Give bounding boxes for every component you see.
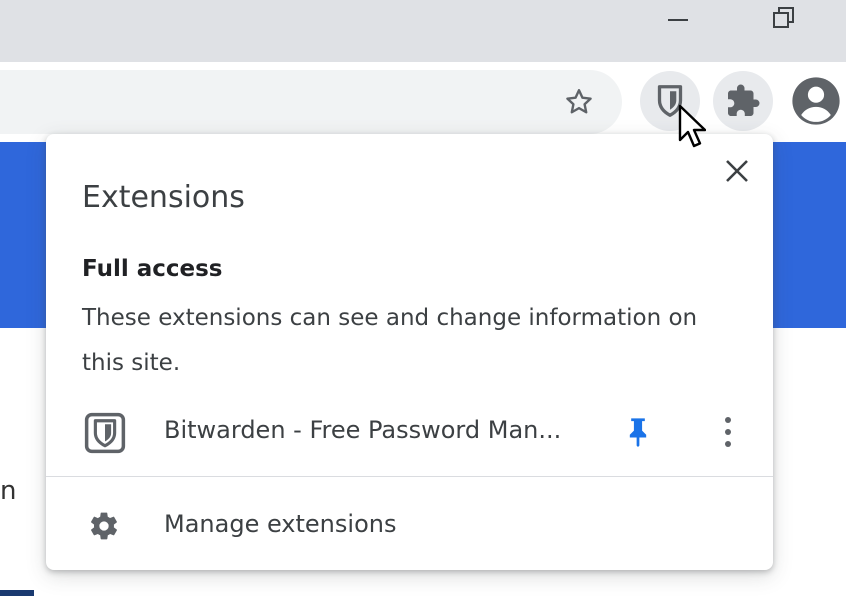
manage-extensions-label: Manage extensions (164, 510, 397, 538)
page-text-fragment: n (0, 476, 17, 506)
close-button[interactable] (716, 150, 758, 192)
profile-button[interactable] (786, 71, 846, 131)
popup-title: Extensions (82, 180, 245, 215)
manage-extensions-item[interactable]: Manage extensions (46, 488, 773, 560)
close-icon (726, 160, 748, 182)
more-vert-icon (725, 417, 731, 447)
pin-button[interactable] (618, 412, 658, 452)
minimize-icon (668, 19, 688, 21)
bookmark-button[interactable] (556, 84, 602, 120)
extensions-toolbar-button[interactable] (713, 71, 773, 131)
page-element-fragment (0, 590, 34, 596)
extension-name: Bitwarden - Free Password Man... (164, 416, 562, 444)
page-header-band (0, 142, 48, 328)
restore-button[interactable] (756, 0, 812, 36)
page-header-band (770, 142, 846, 328)
mouse-cursor-icon (678, 104, 706, 148)
full-access-heading: Full access (82, 256, 223, 282)
pin-icon (629, 418, 647, 447)
address-bar[interactable] (0, 70, 622, 134)
puzzle-piece-icon (728, 84, 760, 116)
full-access-description: These extensions can see and change info… (82, 305, 698, 376)
extension-item-bitwarden[interactable]: Bitwarden - Free Password Man... (46, 396, 773, 468)
minimize-button[interactable] (650, 0, 706, 36)
popup-divider (46, 476, 773, 477)
star-icon (566, 89, 592, 114)
restore-icon (773, 7, 794, 28)
gear-icon (91, 512, 117, 540)
bitwarden-shield-icon (84, 412, 126, 454)
account-circle-icon (792, 77, 840, 125)
extensions-popup: Extensions Full access These extensions … (46, 134, 773, 570)
browser-toolbar (0, 62, 846, 142)
extension-menu-button[interactable] (710, 410, 746, 454)
browser-titlebar (0, 0, 846, 62)
